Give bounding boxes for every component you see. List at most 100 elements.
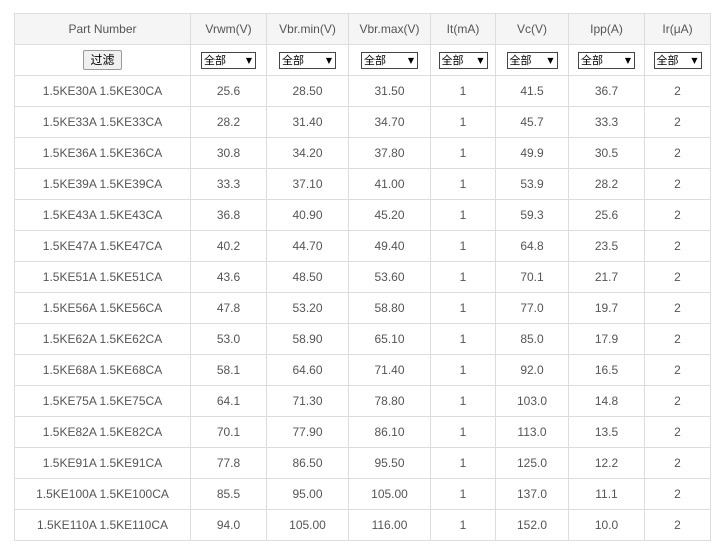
cell-part-number: 1.5KE110A 1.5KE110CA [14, 509, 191, 541]
table-row: 1.5KE56A 1.5KE56CA 47.8 53.20 58.80 1 77.0 19.… [14, 292, 711, 324]
col-header-it: It(mA) [430, 13, 496, 45]
filter-cell-vbr-min: 全部 ▼ [266, 44, 349, 76]
cell-ipp: 19.7 [568, 292, 645, 324]
vbr-min-filter-select[interactable]: 全部 ▼ [279, 51, 336, 69]
cell-it: 1 [430, 354, 496, 386]
cell-vbr-min: 86.50 [266, 447, 349, 479]
cell-vbr-min: 34.20 [266, 137, 349, 169]
cell-vc: 125.0 [495, 447, 569, 479]
cell-vbr-max: 49.40 [348, 230, 431, 262]
cell-part-number: 1.5KE56A 1.5KE56CA [14, 292, 191, 324]
spec-table: Part Number Vrwm(V) Vbr.min(V) Vbr.max(V… [14, 13, 711, 541]
cell-ipp: 12.2 [568, 447, 645, 479]
cell-ir: 2 [644, 137, 711, 169]
ipp-filter-select[interactable]: 全部 ▼ [578, 51, 635, 69]
cell-vbr-max: 45.20 [348, 199, 431, 231]
cell-vrwm: 47.8 [190, 292, 267, 324]
cell-vbr-min: 28.50 [266, 75, 349, 107]
cell-ipp: 33.3 [568, 106, 645, 138]
cell-ir: 2 [644, 323, 711, 355]
select-value: 全部 [441, 54, 464, 67]
select-value: 全部 [364, 54, 386, 67]
cell-vbr-min: 58.90 [266, 323, 349, 355]
cell-vbr-max: 95.50 [348, 447, 431, 479]
table-row: 1.5KE33A 1.5KE33CA 28.2 31.40 34.70 1 45.7 33.… [14, 106, 711, 138]
col-header-ir: Ir(μA) [644, 13, 711, 45]
cell-vbr-max: 105.00 [348, 478, 431, 510]
cell-ipp: 30.5 [568, 137, 645, 169]
table-row: 1.5KE30A 1.5KE30CA 25.6 28.50 31.50 1 41.5 36.… [14, 75, 711, 107]
filter-cell-vrwm: 全部 ▼ [190, 44, 267, 76]
cell-part-number: 1.5KE33A 1.5KE33CA [14, 106, 191, 138]
cell-vc: 41.5 [495, 75, 569, 107]
cell-vc: 45.7 [495, 106, 569, 138]
cell-ipp: 16.5 [568, 354, 645, 386]
cell-part-number: 1.5KE100A 1.5KE100CA [14, 478, 191, 510]
cell-vbr-max: 53.60 [348, 261, 431, 293]
cell-vc: 49.9 [495, 137, 569, 169]
vrwm-filter-select[interactable]: 全部 ▼ [201, 51, 256, 69]
cell-part-number: 1.5KE68A 1.5KE68CA [14, 354, 191, 386]
it-filter-select[interactable]: 全部 ▼ [438, 51, 488, 69]
table-row: 1.5KE91A 1.5KE91CA 77.8 86.50 95.50 1 125.0 12… [14, 447, 711, 479]
cell-ipp: 23.5 [568, 230, 645, 262]
cell-vbr-max: 71.40 [348, 354, 431, 386]
filter-button[interactable]: 过滤 [83, 50, 122, 70]
cell-vrwm: 36.8 [190, 199, 267, 231]
cell-ir: 2 [644, 106, 711, 138]
table-head: Part Number Vrwm(V) Vbr.min(V) Vbr.max(V… [14, 13, 711, 76]
cell-vrwm: 40.2 [190, 230, 267, 262]
cell-ipp: 36.7 [568, 75, 645, 107]
cell-vrwm: 25.6 [190, 75, 267, 107]
table-row: 1.5KE39A 1.5KE39CA 33.3 37.10 41.00 1 53.9 28.… [14, 168, 711, 200]
cell-it: 1 [430, 137, 496, 169]
cell-part-number: 1.5KE62A 1.5KE62CA [14, 323, 191, 355]
cell-ir: 2 [644, 292, 711, 324]
cell-vbr-min: 48.50 [266, 261, 349, 293]
filter-cell-part-number: 过滤 [14, 44, 191, 76]
cell-vbr-max: 78.80 [348, 385, 431, 417]
cell-part-number: 1.5KE82A 1.5KE82CA [14, 416, 191, 448]
chevron-down-icon: ▼ [547, 55, 554, 65]
cell-ir: 2 [644, 416, 711, 448]
cell-vbr-min: 105.00 [266, 509, 349, 541]
cell-it: 1 [430, 230, 496, 262]
vbr-max-filter-select[interactable]: 全部 ▼ [361, 51, 418, 69]
vc-filter-select[interactable]: 全部 ▼ [506, 51, 558, 69]
header-row: Part Number Vrwm(V) Vbr.min(V) Vbr.max(V… [14, 13, 711, 45]
chevron-down-icon: ▼ [691, 55, 698, 65]
cell-vrwm: 28.2 [190, 106, 267, 138]
cell-part-number: 1.5KE43A 1.5KE43CA [14, 199, 191, 231]
cell-vbr-max: 41.00 [348, 168, 431, 200]
cell-vbr-max: 58.80 [348, 292, 431, 324]
cell-it: 1 [430, 292, 496, 324]
cell-vbr-max: 65.10 [348, 323, 431, 355]
cell-it: 1 [430, 75, 496, 107]
select-value: 全部 [581, 54, 603, 67]
cell-vrwm: 33.3 [190, 168, 267, 200]
cell-vbr-max: 31.50 [348, 75, 431, 107]
cell-it: 1 [430, 261, 496, 293]
cell-ir: 2 [644, 385, 711, 417]
cell-ir: 2 [644, 509, 711, 541]
cell-part-number: 1.5KE75A 1.5KE75CA [14, 385, 191, 417]
table-row: 1.5KE75A 1.5KE75CA 64.1 71.30 78.80 1 103.0 14… [14, 385, 711, 417]
cell-vrwm: 43.6 [190, 261, 267, 293]
filter-row: 过滤 全部 ▼ 全部 ▼ 全部 ▼ 全部 ▼ 全部 ▼ 全部 ▼ 全部 ▼ [14, 44, 711, 76]
cell-ipp: 10.0 [568, 509, 645, 541]
cell-it: 1 [430, 385, 496, 417]
filter-cell-it: 全部 ▼ [430, 44, 496, 76]
cell-ir: 2 [644, 478, 711, 510]
cell-ipp: 25.6 [568, 199, 645, 231]
col-header-ipp: Ipp(A) [568, 13, 645, 45]
table-row: 1.5KE51A 1.5KE51CA 43.6 48.50 53.60 1 70.1 21.… [14, 261, 711, 293]
ir-filter-select[interactable]: 全部 ▼ [653, 51, 702, 69]
cell-vrwm: 53.0 [190, 323, 267, 355]
cell-ir: 2 [644, 75, 711, 107]
cell-vbr-max: 116.00 [348, 509, 431, 541]
cell-vc: 152.0 [495, 509, 569, 541]
cell-ipp: 21.7 [568, 261, 645, 293]
cell-vbr-min: 31.40 [266, 106, 349, 138]
cell-vbr-min: 95.00 [266, 478, 349, 510]
chevron-down-icon: ▼ [325, 55, 332, 65]
